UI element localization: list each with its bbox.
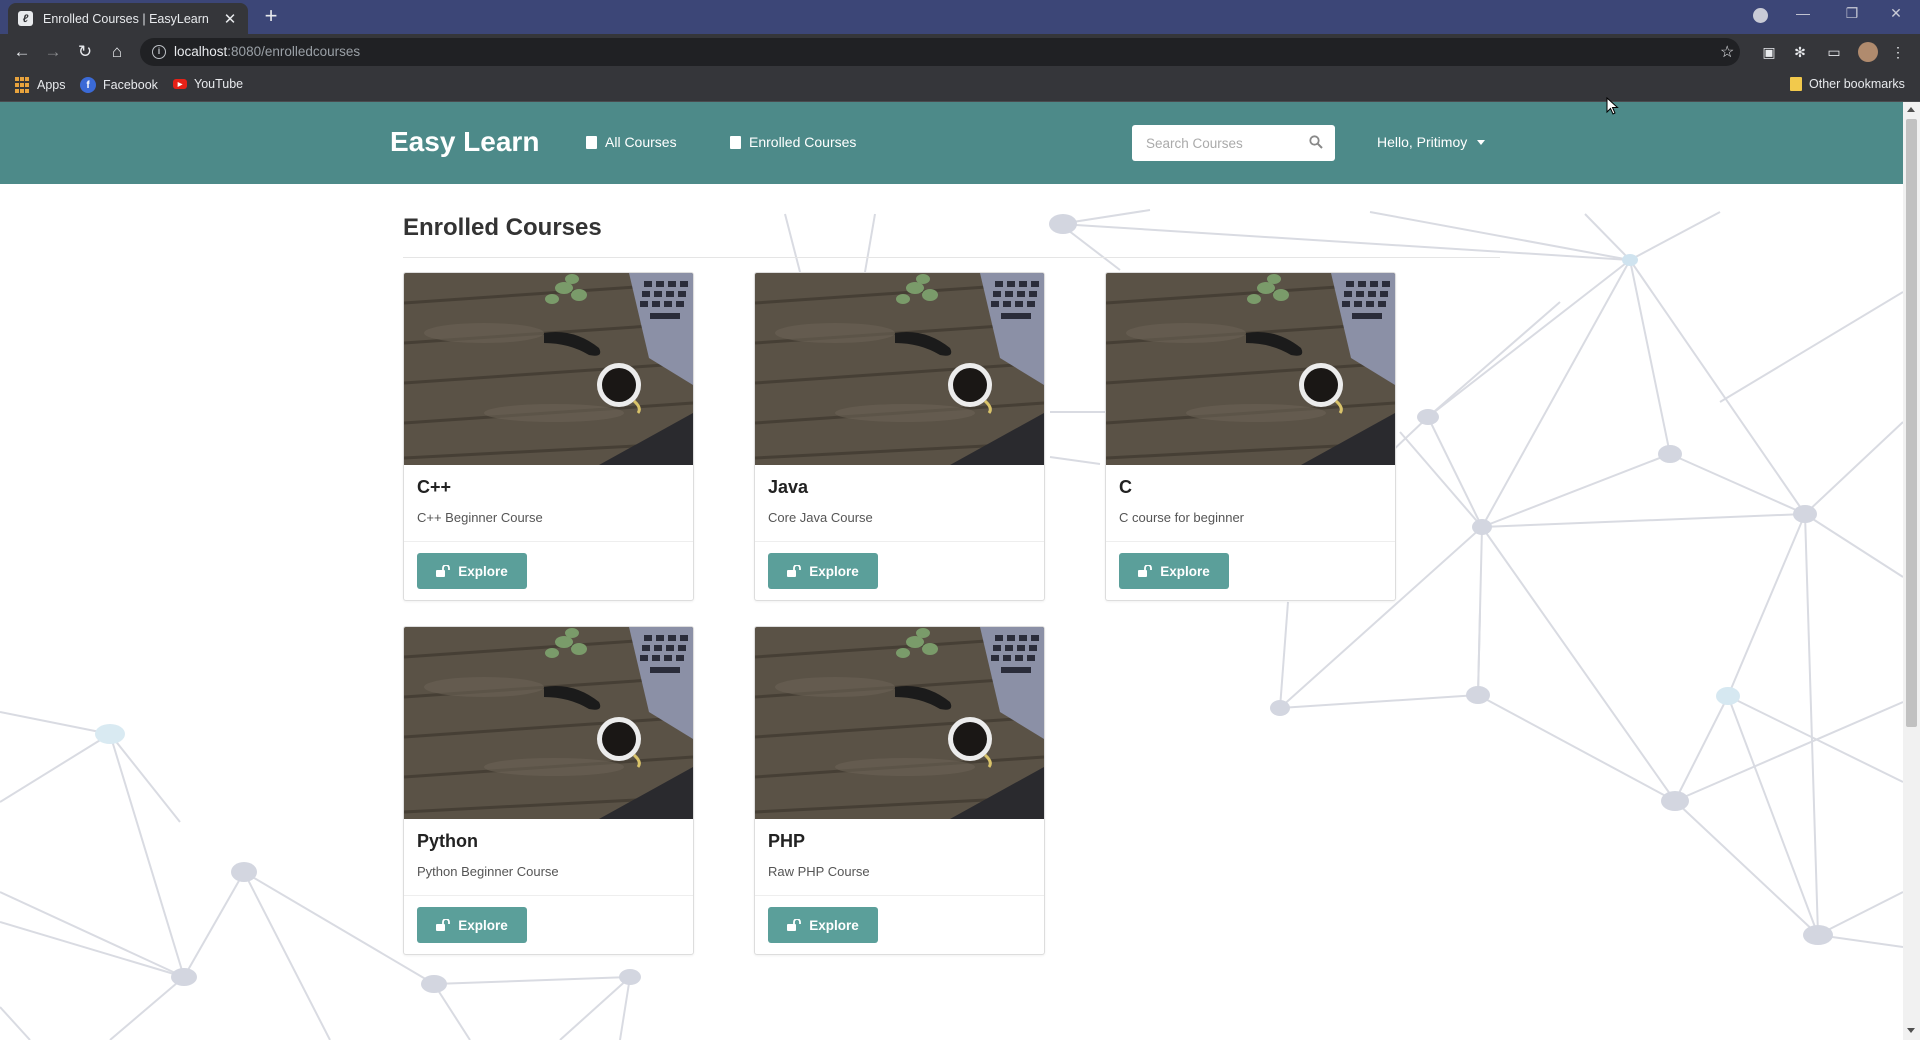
course-title: Python [417, 831, 478, 851]
course-card: Python Python Beginner Course Explore [403, 626, 694, 955]
course-thumbnail [1106, 273, 1395, 465]
browser-tab[interactable]: ℓ Enrolled Courses | EasyLearn ✕ [8, 3, 248, 34]
user-greeting: Hello, Pritimoy [1377, 134, 1468, 150]
nav-label: All Courses [605, 134, 677, 150]
book-icon [586, 135, 597, 149]
youtube-icon: ▶ [173, 79, 187, 89]
bookmark-label: Facebook [103, 78, 158, 92]
apps-grid-icon [14, 77, 30, 93]
cast-icon[interactable]: ▭ [1825, 43, 1843, 61]
card-footer-divider [404, 541, 693, 542]
scroll-down-icon[interactable] [1907, 1028, 1915, 1033]
card-footer-divider [755, 895, 1044, 896]
course-thumbnail [755, 273, 1044, 465]
explore-label: Explore [458, 917, 508, 933]
card-footer-divider [1106, 541, 1395, 542]
course-card: Java Core Java Course Explore [754, 272, 1045, 601]
course-thumbnail [404, 627, 693, 819]
folder-icon [1790, 77, 1802, 91]
other-bookmarks[interactable]: Other bookmarks [1790, 77, 1905, 91]
tab-title: Enrolled Courses | EasyLearn [43, 11, 209, 26]
course-description: C course for beginner [1119, 510, 1245, 525]
info-icon[interactable]: i [152, 45, 166, 59]
bookmark-facebook[interactable]: f Facebook [80, 77, 158, 93]
site-favicon-icon: ℓ [18, 11, 33, 26]
course-thumbnail [755, 627, 1044, 819]
course-card: PHP Raw PHP Course Explore [754, 626, 1045, 955]
page-scrollbar[interactable] [1903, 102, 1920, 1040]
nav-enrolled-courses[interactable]: Enrolled Courses [730, 134, 856, 150]
course-title: C++ [417, 477, 452, 497]
bookmark-label: Other bookmarks [1809, 77, 1905, 91]
course-description: Raw PHP Course [768, 864, 870, 879]
bookmarks-bar: Apps f Facebook ▶ YouTube Other bookmark… [0, 70, 1920, 102]
bookmark-apps[interactable]: Apps [14, 77, 66, 93]
scroll-up-icon[interactable] [1907, 107, 1915, 112]
new-tab-icon[interactable]: + [260, 5, 282, 28]
unlock-icon [436, 919, 451, 931]
page-viewport: Easy Learn All Courses Enrolled Courses … [0, 102, 1903, 1040]
explore-label: Explore [809, 917, 859, 933]
explore-button[interactable]: Explore [1119, 553, 1229, 589]
explore-button[interactable]: Explore [417, 907, 527, 943]
unlock-icon [436, 565, 451, 577]
bookmark-label: YouTube [194, 77, 244, 91]
brand-logo[interactable]: Easy Learn [390, 126, 539, 158]
url-text: localhost:8080/enrolledcourses [174, 44, 361, 59]
course-card: C++ C++ Beginner Course Explore [403, 272, 694, 601]
forward-icon[interactable]: → [42, 41, 64, 63]
course-description: Core Java Course [768, 510, 873, 525]
nav-label: Enrolled Courses [749, 134, 857, 150]
restore-icon[interactable]: ❐ [1842, 5, 1862, 22]
card-footer-divider [404, 895, 693, 896]
unlock-icon [787, 919, 802, 931]
scroll-thumb[interactable] [1906, 119, 1917, 727]
title-divider [403, 257, 1500, 258]
page-title: Enrolled Courses [403, 214, 602, 241]
bookmark-label: Apps [37, 78, 66, 92]
explore-button[interactable]: Explore [768, 553, 878, 589]
course-title: Java [768, 477, 809, 497]
course-card: C C course for beginner Explore [1105, 272, 1396, 601]
course-thumbnail [404, 273, 693, 465]
search-courses-input[interactable] [1132, 125, 1335, 161]
unlock-icon [1138, 565, 1153, 577]
menu-kebab-icon[interactable]: ⋮ [1889, 43, 1907, 61]
reload-icon[interactable]: ↻ [74, 41, 96, 63]
minimize-icon[interactable]: — [1793, 5, 1813, 21]
facebook-icon: f [80, 77, 96, 93]
home-icon[interactable]: ⌂ [106, 41, 128, 63]
unlock-icon [787, 565, 802, 577]
explore-label: Explore [1160, 563, 1210, 579]
course-description: C++ Beginner Course [417, 510, 543, 525]
explore-button[interactable]: Explore [417, 553, 527, 589]
explore-button[interactable]: Explore [768, 907, 878, 943]
profile-avatar[interactable] [1858, 42, 1878, 62]
course-description: Python Beginner Course [417, 864, 559, 879]
search-icon[interactable] [1309, 135, 1323, 149]
address-bar[interactable]: i localhost:8080/enrolledcourses ☆ [140, 38, 1740, 66]
back-icon[interactable]: ← [11, 41, 33, 63]
clipboard-icon [730, 135, 741, 149]
explore-label: Explore [458, 563, 508, 579]
extensions-puzzle-icon[interactable]: ✻ [1791, 43, 1809, 61]
mouse-cursor-icon [1606, 97, 1619, 115]
nav-all-courses[interactable]: All Courses [586, 134, 677, 150]
explore-label: Explore [809, 563, 859, 579]
browser-tabstrip: ℓ Enrolled Courses | EasyLearn ✕ + — ❐ ✕ [0, 0, 1920, 34]
close-tab-icon[interactable]: ✕ [222, 10, 238, 28]
bookmark-star-icon[interactable]: ☆ [1720, 42, 1734, 62]
user-dropdown[interactable]: Hello, Pritimoy [1377, 134, 1486, 150]
bookmark-youtube[interactable]: ▶ YouTube [173, 77, 243, 91]
tab-search-icon[interactable] [1753, 8, 1768, 23]
browser-toolbar: ← → ↻ ⌂ i localhost:8080/enrolledcourses… [0, 34, 1920, 70]
close-window-icon[interactable]: ✕ [1886, 5, 1906, 22]
course-title: C [1119, 477, 1132, 497]
extension-s-icon[interactable]: ▣ [1760, 43, 1778, 61]
caret-down-icon [1477, 139, 1486, 145]
card-footer-divider [755, 541, 1044, 542]
course-title: PHP [768, 831, 806, 851]
